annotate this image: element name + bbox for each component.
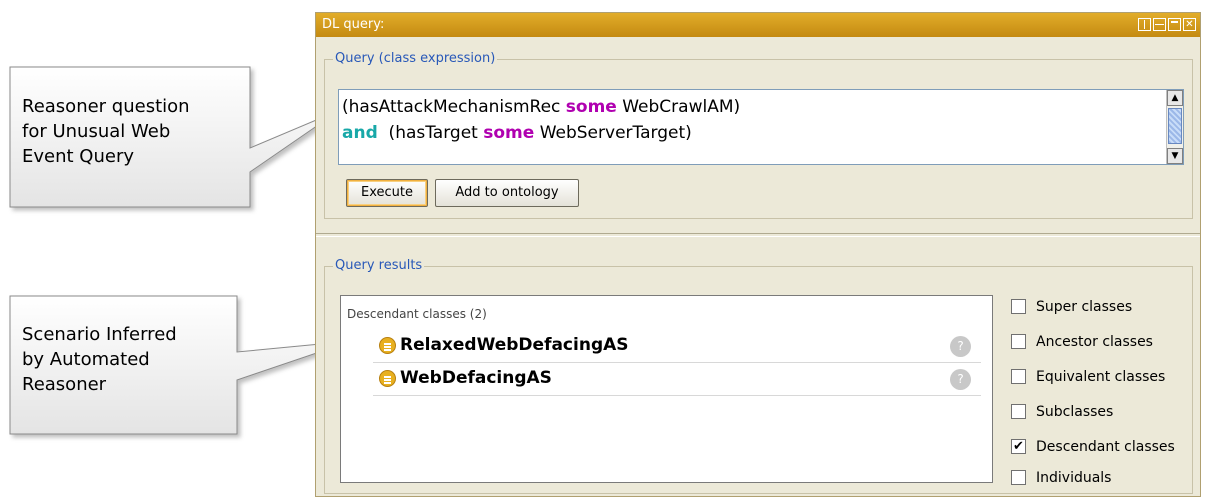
close-icon[interactable]: ✕ [1183,18,1196,31]
window-controls: ✕ [1138,18,1196,31]
dl-query-window: DL query: ✕ Query (class expression) (ha… [315,12,1201,497]
scroll-down-icon[interactable]: ▼ [1167,148,1183,164]
query-panel: Query (class expression) (hasAttackMecha… [324,51,1193,219]
scroll-up-icon[interactable]: ▲ [1167,90,1183,106]
class-icon [379,337,396,354]
query-line-2: and (hasTarget some WebServerTarget) [342,123,692,143]
checkbox[interactable] [1011,334,1026,349]
class-icon [379,370,396,387]
checkbox[interactable] [1011,299,1026,314]
result-class-label: WebDefacingAS [400,368,552,388]
explain-icon[interactable]: ? [950,369,971,390]
callout-text-result: Scenario Inferred by Automated Reasoner [22,324,177,395]
execute-button[interactable]: Execute [346,179,428,207]
keyword-some: some [483,123,535,143]
split-divider[interactable] [316,233,1200,237]
checkbox[interactable] [1011,404,1026,419]
keyword-some: some [565,97,617,117]
checkbox[interactable] [1011,369,1026,384]
result-class-label: RelaxedWebDefacingAS [400,335,629,355]
split-rows-icon[interactable] [1153,18,1166,31]
checkbox[interactable] [1011,470,1026,485]
query-panel-legend: Query (class expression) [333,51,498,67]
query-editor[interactable]: (hasAttackMechanismRec some WebCrawlAM) … [338,89,1184,165]
maximize-icon[interactable] [1168,18,1181,31]
scroll-thumb[interactable] [1168,108,1182,144]
results-section-heading: Descendant classes (2) [347,307,487,321]
title-bar: DL query: ✕ [316,13,1200,37]
result-row[interactable]: RelaxedWebDefacingAS ? [373,330,981,363]
split-columns-icon[interactable] [1138,18,1151,31]
callout-text-query: Reasoner question for Unusual Web Event … [22,96,190,167]
checkbox-checked[interactable]: ✔ [1011,439,1026,454]
window-title: DL query: [322,17,385,32]
keyword-and: and [342,123,378,143]
editor-scrollbar[interactable]: ▲ ▼ [1166,90,1183,164]
results-panel: Query results Descendant classes (2) Rel… [324,258,1193,494]
results-panel-legend: Query results [333,258,425,274]
results-list: Descendant classes (2) RelaxedWebDefacin… [340,295,993,483]
result-row[interactable]: WebDefacingAS ? [373,363,981,396]
explain-icon[interactable]: ? [950,336,971,357]
query-line-1: (hasAttackMechanismRec some WebCrawlAM) [342,97,741,117]
add-to-ontology-button[interactable]: Add to ontology [435,179,579,207]
